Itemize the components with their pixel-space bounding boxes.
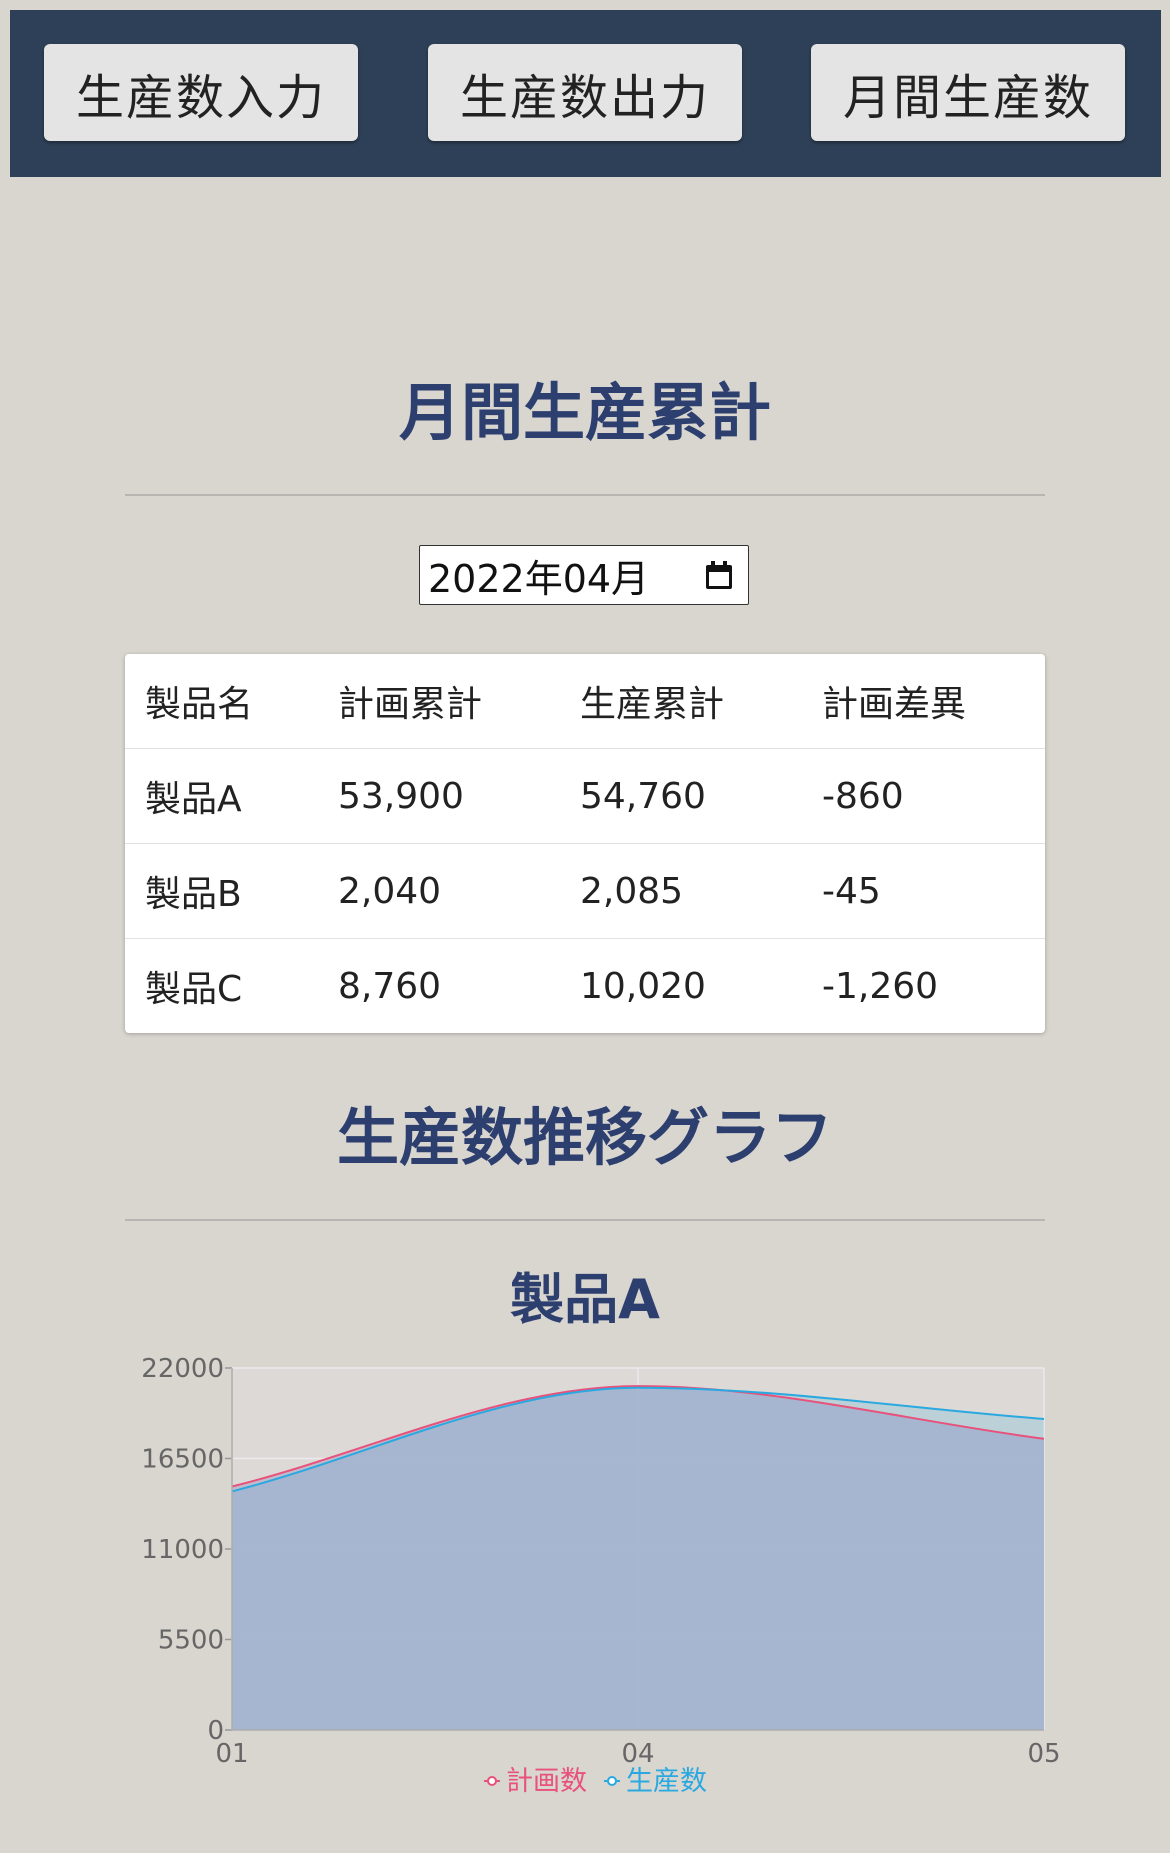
summary-table: 製品名 計画累計 生産累計 計画差異 製品A 53,900 54,760 -86… [125,654,1045,1033]
column-header-production-total: 生産累計 [560,654,802,749]
production-output-button[interactable]: 生産数出力 [428,44,742,141]
legend-marker [487,1776,497,1786]
graph-divider [125,1219,1045,1221]
cell-plan-total: 2,040 [318,843,560,939]
cell-production-total: 10,020 [580,965,706,1007]
legend-label: 生産数 [626,1766,707,1797]
cell-plan-total: 8,760 [338,965,442,1007]
column-header-product: 製品名 [125,654,318,749]
column-header-plan-difference: 計画差異 [802,654,1045,749]
title-divider [125,494,1045,496]
cell-production-total: 2,085 [560,843,802,939]
cell-product-name: 製品B [125,843,318,939]
cell-plan-difference: -45 [802,843,1045,939]
cell-plan-total: 53,900 [318,748,560,844]
table-row: 製品A 53,900 54,760 -860 [125,748,1045,844]
graph-section-title: 生産数推移グラフ [336,1101,833,1174]
y-tick-label: 11000 [141,1535,224,1565]
legend-marker [607,1776,617,1786]
production-chart: 0 5500 11000 16500 22000 01 04 05 計画数 生産数 [0,1340,1170,1800]
production-input-button[interactable]: 生産数入力 [44,44,358,141]
month-value: 2022年04月 [428,556,650,601]
month-picker-input[interactable]: 2022年04月 [419,545,749,605]
x-tick-label: 05 [1027,1739,1060,1769]
table-row: 製品C 8,760 10,020 -1,260 [125,939,1045,1034]
monthly-production-button[interactable]: 月間生産数 [811,44,1125,141]
x-tick-label: 01 [215,1739,248,1769]
top-nav-bar: 生産数入力 生産数出力 月間生産数 [10,10,1161,177]
cell-production-total: 54,760 [560,748,802,844]
y-tick-label: 22000 [141,1354,224,1384]
cell-plan-difference: -1,260 [822,965,939,1007]
x-tick-label: 04 [621,1739,654,1769]
chart-svg: 0550011000165002200001 04 05計画数 生産数 [141,1354,1060,1797]
cell-product-name: 製品C [145,969,243,1010]
page-title: 月間生産累計 [398,376,771,449]
table-header-row: 製品名 計画累計 生産累計 計画差異 [125,654,1045,749]
cell-product-name: 製品A [125,748,318,844]
column-header-plan-total: 計画累計 [318,654,560,749]
table-row: 製品B 2,040 2,085 -45 [125,843,1045,939]
y-tick-label: 16500 [141,1445,224,1475]
cell-plan-difference: -860 [802,748,1045,844]
y-tick-label: 5500 [158,1626,224,1656]
calendar-icon[interactable] [706,561,732,589]
chart-title: 製品A [510,1268,660,1331]
legend-label: 計画数 [506,1766,587,1797]
